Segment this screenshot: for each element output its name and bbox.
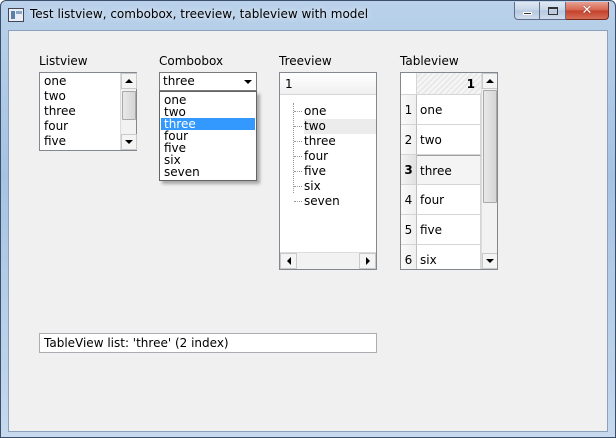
row-header[interactable]: 1 (401, 95, 417, 125)
row-header-current[interactable]: 3 (401, 155, 417, 185)
scroll-left-button[interactable] (280, 253, 297, 269)
minimize-icon (522, 12, 532, 15)
scroll-thumb[interactable] (122, 91, 136, 120)
client-area: Listview one two three four five Combobo… (8, 30, 608, 432)
arrow-down-icon (486, 259, 494, 263)
arrow-up-icon (125, 79, 133, 83)
close-icon: ✕ (581, 3, 593, 18)
table-cell[interactable]: five (417, 215, 481, 245)
window-title: Test listview, combobox, treeview, table… (30, 7, 369, 21)
listview[interactable]: one two three four five (39, 72, 137, 151)
treeview-label: Treeview (279, 54, 332, 68)
arrow-down-icon (125, 140, 133, 144)
tree-branch-line (294, 141, 302, 142)
row-header[interactable]: 5 (401, 215, 417, 245)
tree-item[interactable]: five (304, 164, 376, 179)
tree-branch-line (294, 156, 302, 157)
table-cell[interactable]: four (417, 185, 481, 215)
list-item[interactable]: one (44, 74, 66, 89)
arrow-up-icon (486, 79, 494, 83)
tree-item[interactable]: one (304, 104, 376, 119)
scroll-thumb[interactable] (483, 90, 497, 203)
list-item[interactable]: four (44, 119, 68, 134)
tree-branch-line (294, 171, 302, 172)
column-header-label: 1 (466, 77, 475, 91)
listview-scrollbar[interactable] (120, 73, 137, 150)
listview-label: Listview (39, 54, 88, 68)
scroll-down-button[interactable] (121, 134, 137, 150)
tree-item[interactable]: three (304, 134, 376, 149)
tableview-scrollbar[interactable] (481, 73, 497, 269)
app-window: Test listview, combobox, treeview, table… (0, 0, 616, 438)
tree-branch-line (293, 103, 294, 193)
tree-branch-line (294, 126, 302, 127)
table-column-header[interactable]: 1 (417, 73, 481, 95)
row-header[interactable]: 2 (401, 125, 417, 155)
scroll-up-button[interactable] (482, 73, 497, 89)
treeview[interactable]: 1 one two three four five six seven (279, 72, 377, 270)
table-cell[interactable]: six (417, 245, 481, 269)
tableview[interactable]: 1 1 one 2 two 3 three 4 four 5 five 6 si… (400, 72, 498, 270)
tree-branch-line (294, 111, 302, 112)
tableview-label: Tableview (400, 54, 459, 68)
title-bar[interactable]: Test listview, combobox, treeview, table… (1, 1, 615, 30)
table-cell[interactable]: two (417, 125, 481, 155)
list-item[interactable]: three (44, 104, 76, 119)
arrow-left-icon (286, 257, 291, 265)
treeview-header[interactable]: 1 (280, 73, 376, 95)
table-cell-current[interactable]: three (417, 155, 481, 185)
tree-item[interactable]: seven (304, 194, 376, 209)
selection-status-text: TableView list: 'three' (2 index) (44, 336, 229, 350)
scroll-right-button[interactable] (359, 253, 376, 269)
minimize-button[interactable] (514, 2, 540, 20)
list-item[interactable]: two (44, 89, 66, 104)
selection-status-field[interactable]: TableView list: 'three' (2 index) (39, 333, 377, 353)
scroll-down-button[interactable] (482, 253, 497, 269)
row-header[interactable]: 4 (401, 185, 417, 215)
tree-item[interactable]: four (304, 149, 376, 164)
app-icon[interactable] (8, 8, 24, 22)
treeview-header-label: 1 (285, 77, 293, 91)
table-cell[interactable]: one (417, 95, 481, 125)
combobox[interactable]: three (159, 72, 257, 91)
combobox-dropdown-button[interactable] (240, 74, 255, 89)
tree-item[interactable]: two (304, 119, 376, 134)
combobox-dropdown-list: one two three four five six seven (159, 91, 257, 181)
caption-buttons: ✕ (514, 2, 609, 20)
tree-branch-line (294, 186, 302, 187)
row-header[interactable]: 6 (401, 245, 417, 269)
list-item[interactable]: five (44, 134, 66, 149)
tree-item[interactable]: six (304, 179, 376, 194)
arrow-right-icon (365, 257, 370, 265)
treeview-hscrollbar[interactable] (280, 252, 376, 269)
combobox-value: three (163, 74, 195, 88)
close-button[interactable]: ✕ (566, 2, 609, 20)
table-corner-button[interactable] (401, 73, 417, 95)
tree-branch-line (294, 201, 302, 202)
maximize-button[interactable] (540, 2, 566, 20)
combobox-label: Combobox (159, 54, 224, 68)
dropdown-option[interactable]: seven (161, 166, 255, 178)
maximize-icon (547, 6, 558, 15)
scroll-up-button[interactable] (121, 73, 137, 89)
chevron-down-icon (243, 79, 252, 84)
